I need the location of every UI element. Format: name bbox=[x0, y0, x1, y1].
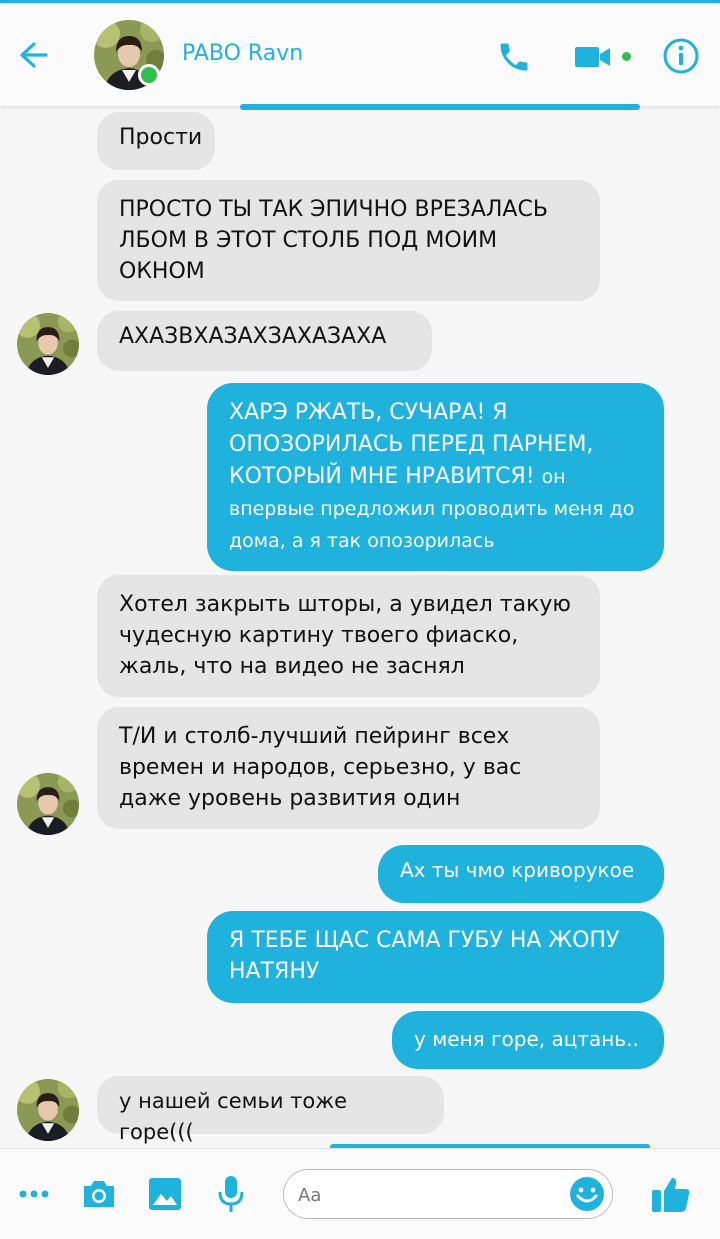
message-text: у меня горе, ацтань.. bbox=[414, 1027, 639, 1051]
message-text: Ах ты чмо криворукое bbox=[400, 858, 635, 882]
message-bubble-incoming[interactable]: Т/И и столб-лучший пейринг всех времен и… bbox=[97, 707, 600, 829]
video-camera-icon[interactable] bbox=[574, 43, 612, 71]
message-composer bbox=[0, 1148, 720, 1239]
online-status-dot bbox=[138, 64, 160, 86]
conversation-header: PABO Ravn bbox=[0, 3, 720, 107]
message-bubble-outgoing[interactable]: у меня горе, ацтань.. bbox=[392, 1011, 664, 1069]
contact-avatar-small[interactable] bbox=[17, 313, 79, 375]
message-text: АХАЗВХАЗАХЗАХАЗАХА bbox=[119, 324, 387, 349]
previous-message-edge bbox=[240, 104, 640, 110]
info-icon[interactable] bbox=[662, 37, 700, 75]
thumbs-up-icon[interactable] bbox=[651, 1175, 691, 1213]
message-bubble-outgoing[interactable]: Я ТЕБЕ ЩАС САМА ГУБУ НА ЖОПУ НАТЯНУ bbox=[207, 911, 664, 1003]
message-bubble-incoming[interactable]: АХАЗВХАЗАХЗАХАЗАХА bbox=[97, 311, 432, 371]
more-icon[interactable] bbox=[19, 1189, 49, 1199]
phone-icon[interactable] bbox=[496, 39, 532, 75]
message-bubble-incoming[interactable]: Прости bbox=[97, 112, 215, 170]
message-text: Я ТЕБЕ ЩАС САМА ГУБУ НА ЖОПУ НАТЯНУ bbox=[229, 928, 620, 984]
message-bubble-incoming[interactable]: ПРОСТО ТЫ ТАК ЭПИЧНО ВРЕЗАЛАСЬ ЛБОМ В ЭТ… bbox=[97, 180, 600, 301]
back-arrow-icon[interactable] bbox=[12, 35, 52, 75]
video-online-dot bbox=[622, 52, 631, 61]
microphone-icon[interactable] bbox=[218, 1175, 244, 1213]
message-input-box[interactable] bbox=[283, 1169, 613, 1219]
message-text: ХАРЭ РЖАТЬ, СУЧАРА! Я ОПОЗОРИЛАСЬ ПЕРЕД … bbox=[229, 400, 594, 489]
message-input[interactable] bbox=[296, 1180, 560, 1210]
message-bubble-incoming[interactable]: Хотел закрыть шторы, а увидел такую чуде… bbox=[97, 575, 600, 697]
message-text: Т/И и столб-лучший пейринг всех времен и… bbox=[119, 724, 522, 811]
gallery-icon[interactable] bbox=[148, 1177, 182, 1211]
message-text: ПРОСТО ТЫ ТАК ЭПИЧНО ВРЕЗАЛАСЬ ЛБОМ В ЭТ… bbox=[119, 197, 548, 284]
contact-avatar-small[interactable] bbox=[17, 773, 79, 835]
message-text: Прости bbox=[119, 125, 203, 150]
contact-name[interactable]: PABO Ravn bbox=[182, 41, 303, 66]
contact-avatar-small[interactable] bbox=[17, 1079, 79, 1141]
message-text: у нашей семьи тоже горе((( bbox=[119, 1089, 348, 1144]
message-text: Хотел закрыть шторы, а увидел такую чуде… bbox=[119, 592, 571, 679]
message-bubble-outgoing[interactable]: Ах ты чмо криворукое bbox=[378, 845, 664, 903]
message-bubble-outgoing[interactable]: ХАРЭ РЖАТЬ, СУЧАРА! Я ОПОЗОРИЛАСЬ ПЕРЕД … bbox=[207, 383, 664, 571]
emoji-icon[interactable] bbox=[569, 1176, 605, 1212]
camera-icon[interactable] bbox=[81, 1178, 117, 1210]
message-bubble-incoming[interactable]: у нашей семьи тоже горе((( bbox=[97, 1076, 444, 1144]
